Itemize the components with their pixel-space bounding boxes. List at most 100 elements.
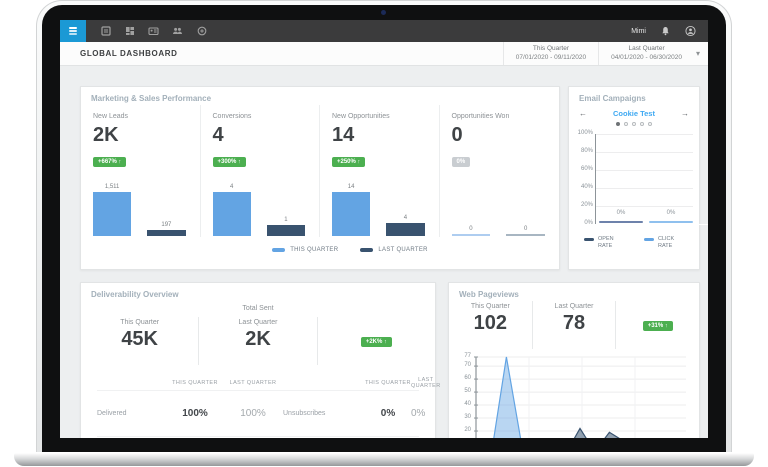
metric-label: Conversions [213, 113, 320, 120]
dashboard-grid-icon[interactable] [124, 26, 135, 37]
list-icon[interactable] [100, 26, 111, 37]
y-axis-tick: 40% [572, 184, 593, 190]
add-circle-icon[interactable] [196, 26, 207, 37]
y-axis-tick: 70 [455, 362, 471, 368]
table-row: Bounced 0% 0% Rejected 0.2% 5% [97, 437, 419, 438]
people-icon[interactable] [172, 26, 183, 37]
last-quarter-selector[interactable]: Last Quarter 04/01/2020 - 06/30/2020 [598, 42, 694, 65]
click-rate-swatch [644, 238, 654, 241]
col-header: THIS QUARTER [365, 380, 411, 386]
last-quarter-bar [267, 225, 305, 236]
bell-icon[interactable] [660, 26, 671, 37]
this-quarter-label: This Quarter [516, 45, 586, 52]
summary-badge-col: +31% ↑ [616, 301, 699, 349]
bar-value-label: 0 [524, 226, 527, 232]
page-title: GLOBAL DASHBOARD [60, 49, 503, 58]
carousel-dot[interactable] [624, 122, 628, 126]
metric-conversions: Conversions 4 +300% ↑ 4 1 [201, 105, 321, 237]
this-quarter-bar [93, 192, 131, 236]
carousel-dot[interactable] [632, 122, 636, 126]
campaign-name-link[interactable]: Cookie Test [613, 109, 655, 118]
summary-this-quarter: This Quarter 45K [81, 317, 198, 365]
chevron-down-icon[interactable]: ▾ [694, 49, 708, 58]
col-header: LAST QUARTER [223, 380, 283, 386]
deliverability-card: Deliverability Overview Total Sent This … [80, 282, 436, 438]
click-rate-value: 0% [667, 210, 676, 216]
bar-value-label: 0 [469, 226, 472, 232]
webcam-dot [381, 10, 386, 15]
y-axis-tick: 30 [455, 414, 471, 420]
y-axis-tick: 20% [572, 202, 593, 208]
last-quarter-bar [506, 234, 545, 236]
bar-value-label: 1 [284, 217, 287, 223]
app-logo[interactable] [60, 20, 86, 42]
bar-value-label: 14 [348, 184, 355, 190]
click-rate-line [649, 221, 693, 223]
y-axis-tick: 40 [455, 401, 471, 407]
page-header: GLOBAL DASHBOARD This Quarter 07/01/2020… [60, 42, 708, 66]
y-axis-tick: 60 [455, 375, 471, 381]
card-title: Deliverability Overview [81, 283, 435, 299]
bar-value-label: 197 [161, 222, 171, 228]
laptop-base [14, 452, 754, 466]
carousel-dot[interactable] [616, 122, 620, 126]
campaign-carousel: ← Cookie Test → [569, 103, 699, 118]
deliverability-table: THIS QUARTER LAST QUARTER THIS QUARTER L… [97, 375, 419, 438]
pv-gutter: 7770605040302010 [457, 355, 473, 438]
metric-value: 0 [452, 125, 560, 146]
last-quarter-bar [386, 223, 424, 236]
summary-last-quarter: Last Quarter 78 [532, 301, 617, 349]
y-axis-tick: 0% [572, 220, 593, 226]
col-header: LAST QUARTER [411, 377, 441, 389]
y-axis-tick: 100% [572, 130, 593, 136]
metric-bar-chart: 14 4 [332, 180, 439, 236]
last-quarter-swatch [360, 248, 373, 252]
bar-value-label: 1,511 [105, 184, 120, 190]
table-header-row: THIS QUARTER LAST QUARTER THIS QUARTER L… [97, 375, 419, 391]
this-quarter-bar [452, 234, 491, 236]
pageviews-summary: This Quarter 102 Last Quarter 78 +31% ↑ [449, 299, 699, 351]
total-sent-label: Total Sent [198, 305, 318, 312]
card-title: Web Pageviews [449, 283, 699, 299]
metric-bar-chart: 4 1 [213, 180, 320, 236]
metric-value: 14 [332, 125, 439, 146]
metric-value: 2K [93, 125, 200, 146]
summary-this-quarter: This Quarter 102 [449, 301, 532, 349]
legend-label: CLICK RATE [658, 236, 684, 249]
contact-card-icon[interactable] [148, 26, 159, 37]
metric-label: Opportunities Won [452, 113, 560, 120]
carousel-dots [569, 122, 699, 126]
y-axis-tick: 20 [455, 427, 471, 433]
open-rate-value: 0% [617, 210, 626, 216]
metric-label: New Leads [93, 113, 200, 120]
carousel-dot[interactable] [648, 122, 652, 126]
this-quarter-selector[interactable]: This Quarter 07/01/2020 - 09/11/2020 [503, 42, 598, 65]
metric-bar-chart: 1,511 197 [93, 180, 200, 236]
carousel-dot[interactable] [640, 122, 644, 126]
web-pageviews-card: Web Pageviews This Quarter 102 Last Quar… [448, 282, 700, 438]
marketing-sales-card: Marketing & Sales Performance New Leads … [80, 86, 560, 270]
user-menu[interactable]: Mimi [631, 28, 646, 35]
card-title: Email Campaigns [569, 87, 699, 103]
pv-plot [474, 355, 686, 438]
summary-last-quarter: Last Quarter 2K [198, 317, 317, 365]
avatar-icon[interactable] [685, 26, 696, 37]
this-quarter-range: 07/01/2020 - 09/11/2020 [516, 54, 586, 61]
this-quarter-bar [332, 192, 370, 236]
card-title: Marketing & Sales Performance [81, 87, 559, 103]
change-badge: +300% ↑ [213, 157, 246, 167]
y-axis-tick: 80% [572, 148, 593, 154]
metric-value: 4 [213, 125, 320, 146]
chart-legend: THIS QUARTER LAST QUARTER [81, 247, 559, 253]
bar-value-label: 4 [230, 184, 233, 190]
bar-value-label: 4 [404, 215, 407, 221]
table-row: Delivered 100% 100% Unsubscribes 0% 0% [97, 391, 419, 437]
prev-arrow-icon[interactable]: ← [579, 109, 587, 118]
next-arrow-icon[interactable]: → [681, 109, 689, 118]
last-quarter-label: Last Quarter [611, 45, 682, 52]
change-badge: +2K% ↑ [361, 337, 392, 347]
y-axis-tick: 60% [572, 166, 593, 172]
metrics-row: New Leads 2K +667% ↑ 1,511 197 Conversio… [81, 105, 559, 237]
open-rate-line [599, 221, 643, 223]
legend-label: LAST QUARTER [378, 247, 427, 253]
